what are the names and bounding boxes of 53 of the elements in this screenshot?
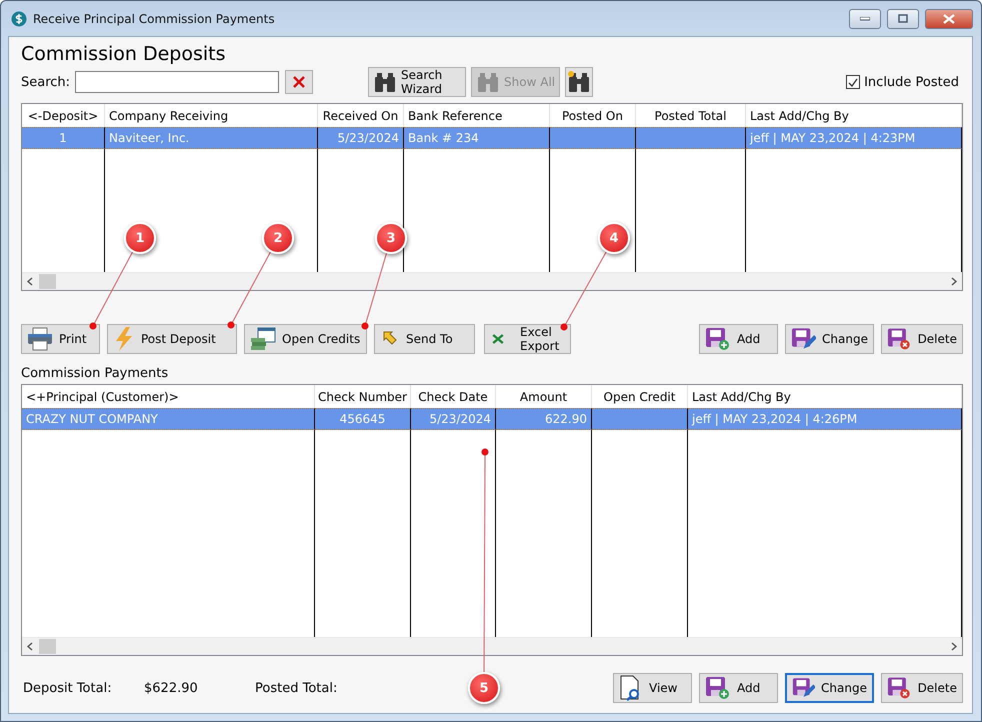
binoculars-icon (373, 71, 398, 93)
floppy-cross-icon (887, 326, 912, 350)
delete-button[interactable]: Delete (881, 673, 963, 703)
horizontal-scrollbar[interactable] (22, 272, 962, 290)
close-icon (943, 14, 955, 24)
close-button[interactable] (925, 8, 973, 28)
credits-button[interactable]: Open Credits (244, 324, 367, 354)
floppy-plus-icon (705, 676, 731, 700)
floppy-cross-icon (887, 676, 912, 700)
floppy-plus-icon (705, 326, 731, 350)
restore-icon (898, 14, 908, 23)
total-label: Deposit Total: (23, 680, 113, 696)
total-value: $622.90 (144, 680, 199, 696)
scrollbar-thumb[interactable] (39, 639, 56, 654)
excel-button[interactable]: Excel Export (484, 324, 571, 354)
floppy-pencil-icon (792, 676, 816, 700)
window-title: Receive Principal Commission Payments (33, 12, 276, 26)
send-button[interactable]: Send To (374, 324, 475, 354)
minimize-button[interactable] (849, 8, 881, 28)
add-button[interactable]: Add (699, 324, 778, 354)
total-label: Posted Total: (255, 680, 338, 696)
search-field[interactable] (75, 71, 280, 93)
view-button[interactable]: View (613, 673, 692, 703)
binoculars-cross-icon (476, 71, 500, 93)
close-icon (293, 76, 306, 88)
include-posted-checkbox[interactable]: Include Posted (846, 74, 959, 90)
table-cell[interactable] (592, 408, 688, 430)
table-cell[interactable] (636, 127, 746, 149)
scrollbar-thumb[interactable] (39, 274, 56, 289)
binoculars-sparkle-icon (567, 71, 592, 93)
money-icon (250, 326, 276, 350)
app-icon (11, 10, 27, 26)
search-wizard-button[interactable]: Search Wizard (368, 67, 466, 97)
checkbox[interactable] (846, 75, 860, 89)
new-search-button[interactable] (565, 67, 594, 97)
print-button[interactable]: Print (21, 324, 100, 354)
horizontal-scrollbar[interactable] (22, 637, 962, 655)
maximize-button[interactable] (887, 8, 919, 28)
change-button[interactable]: Change (785, 673, 874, 703)
checkmark-icon (848, 78, 858, 86)
minimize-icon (860, 16, 870, 20)
change-button[interactable]: Change (785, 324, 874, 354)
lightning-icon (113, 326, 135, 350)
section-title: Commission Deposits (21, 42, 227, 67)
post-button[interactable]: Post Deposit (107, 324, 237, 354)
search-label: Search: (21, 74, 70, 90)
clear-button[interactable] (285, 70, 314, 94)
table-cell[interactable] (550, 127, 636, 149)
delete-button[interactable]: Delete (881, 324, 963, 354)
printer-icon (27, 326, 53, 350)
add-button[interactable]: Add (699, 673, 778, 703)
floppy-pencil-icon (791, 326, 816, 350)
section-title: Commission Payments (21, 365, 170, 383)
